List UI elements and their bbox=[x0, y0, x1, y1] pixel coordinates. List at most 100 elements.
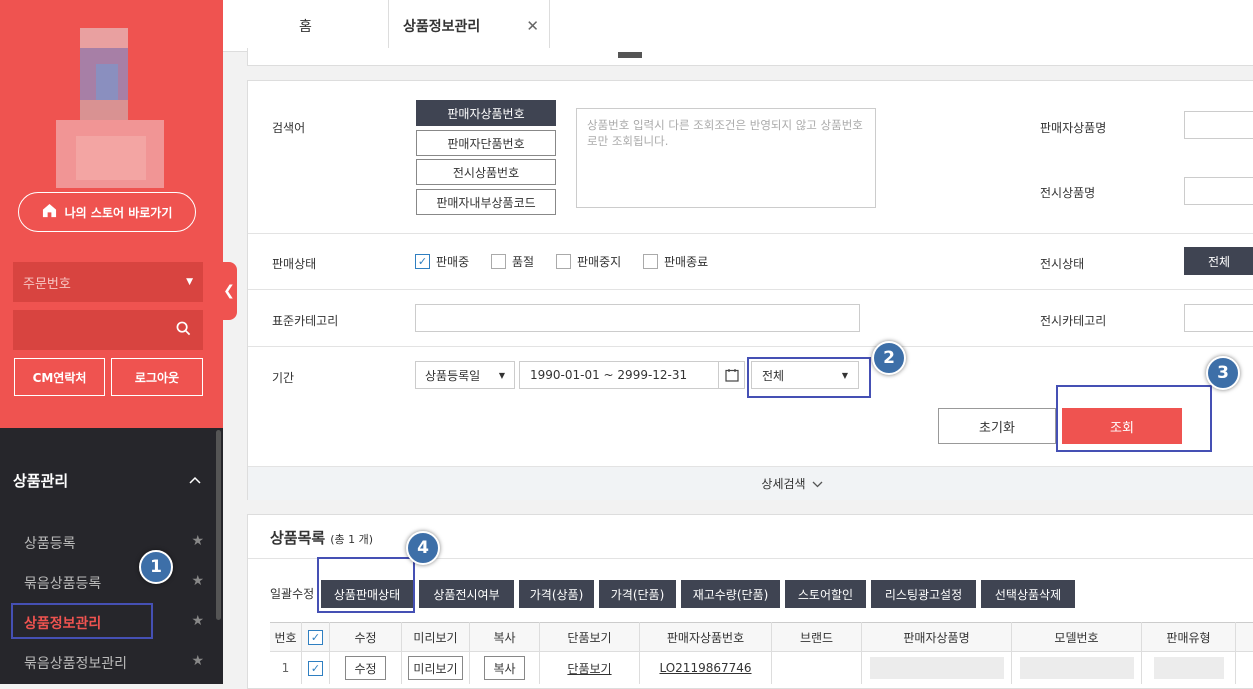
order-select-label: 주문번호 bbox=[23, 276, 71, 292]
panel-handle bbox=[618, 52, 642, 58]
annotation-badge-3: 3 bbox=[1206, 356, 1240, 390]
home-icon bbox=[42, 203, 57, 221]
col-header-select-all[interactable]: ✓ bbox=[302, 622, 330, 652]
highlight-box-1 bbox=[11, 603, 153, 639]
tab-product-info[interactable]: 상품정보관리 ✕ bbox=[388, 0, 550, 52]
menu-item-bundle-register[interactable]: 묶음상품등록 ★ bbox=[24, 573, 204, 593]
seller-product-name-input[interactable] bbox=[1184, 111, 1253, 139]
annotation-badge-4: 4 bbox=[406, 531, 440, 565]
checkbox-label: 판매중지 bbox=[577, 255, 622, 269]
period-label: 기간 bbox=[272, 371, 295, 385]
checkbox-label: 품절 bbox=[512, 255, 535, 269]
product-count: (총 1 개) bbox=[330, 533, 374, 546]
row-edit-button[interactable]: 수정 bbox=[345, 656, 386, 680]
detail-search-label: 상세검색 bbox=[761, 477, 806, 491]
bulk-price-product-button[interactable]: 가격(상품) bbox=[519, 580, 594, 608]
col-header-preview: 미리보기 bbox=[402, 622, 470, 652]
keyword-textarea[interactable]: 상품번호 입력시 다른 조회조건은 반영되지 않고 상품번호로만 조회됩니다. bbox=[576, 108, 876, 208]
col-header-edit: 수정 bbox=[330, 622, 402, 652]
row-item-view-link[interactable]: 단품보기 bbox=[540, 652, 640, 684]
highlight-box-4 bbox=[317, 557, 415, 613]
sale-status-checkbox-on-sale[interactable]: ✓ 판매중 bbox=[415, 253, 469, 270]
display-category-label: 전시카테고리 bbox=[1040, 314, 1107, 328]
bulk-stock-button[interactable]: 재고수량(단품) bbox=[681, 580, 780, 608]
caret-down-icon: ▼ bbox=[498, 370, 505, 380]
menu-item-label: 묶음상품정보관리 bbox=[24, 656, 128, 672]
col-header-brand: 브랜드 bbox=[772, 622, 862, 652]
sale-status-label: 판매상태 bbox=[272, 257, 317, 271]
star-icon[interactable]: ★ bbox=[191, 653, 204, 673]
col-header-number: 번호 bbox=[270, 622, 302, 652]
std-category-input[interactable] bbox=[415, 304, 860, 332]
detail-search-toggle[interactable]: 상세검색 bbox=[248, 466, 1253, 500]
date-range-value: 1990-01-01 ~ 2999-12-31 bbox=[530, 368, 688, 382]
calendar-icon[interactable] bbox=[718, 362, 744, 388]
date-range-input[interactable]: 1990-01-01 ~ 2999-12-31 bbox=[519, 361, 745, 389]
menu-title-label: 상품관리 bbox=[13, 472, 69, 490]
keyword-type-seller-product-no[interactable]: 판매자상품번호 bbox=[416, 100, 556, 126]
period-type-select[interactable]: 상품등록일 ▼ bbox=[415, 361, 515, 389]
my-store-link[interactable]: 나의 스토어 바로가기 bbox=[18, 192, 196, 232]
checkbox[interactable] bbox=[643, 254, 658, 269]
order-number-select[interactable]: 주문번호 ▼ bbox=[13, 262, 203, 302]
sale-status-checkbox-suspended[interactable]: 판매중지 bbox=[556, 253, 621, 270]
tab-label: 상품정보관리 bbox=[403, 19, 481, 35]
product-list-heading: 상품목록 (총 1 개) bbox=[270, 527, 373, 548]
chevron-up-icon bbox=[189, 470, 201, 491]
sale-status-checkbox-sold-out[interactable]: 품절 bbox=[491, 253, 534, 270]
col-header-seller-no: 판매자상품번호 bbox=[640, 622, 772, 652]
checkbox-checked[interactable]: ✓ bbox=[415, 254, 430, 269]
sidebar-scrollbar[interactable] bbox=[216, 430, 221, 620]
row-model-no bbox=[1012, 652, 1142, 684]
row-select[interactable]: ✓ bbox=[302, 652, 330, 684]
bulk-listing-ad-button[interactable]: 리스팅광고설정 bbox=[871, 580, 976, 608]
row-seller-no-link[interactable]: LO2119867746 bbox=[640, 652, 772, 684]
bulk-delete-button[interactable]: 선택상품삭제 bbox=[981, 580, 1075, 608]
chevron-down-icon bbox=[812, 477, 823, 491]
menu-item-bundle-info[interactable]: 묶음상품정보관리 ★ bbox=[24, 653, 204, 673]
row-copy-button[interactable]: 복사 bbox=[484, 656, 525, 680]
sidebar-collapse-button[interactable]: ❮ bbox=[221, 262, 237, 320]
row-sale-type bbox=[1142, 652, 1236, 684]
checkbox-checked[interactable]: ✓ bbox=[308, 629, 323, 645]
reset-button[interactable]: 초기화 bbox=[938, 408, 1056, 444]
search-icon[interactable] bbox=[176, 321, 191, 339]
col-header-item-view: 단품보기 bbox=[540, 622, 640, 652]
seller-product-name-label: 판매자상품명 bbox=[1040, 121, 1107, 135]
blurred-text bbox=[869, 657, 1004, 679]
blurred-text bbox=[1153, 657, 1224, 679]
product-list-title: 상품목록 bbox=[270, 529, 326, 547]
keyword-type-seller-item-no[interactable]: 판매자단품번호 bbox=[416, 130, 556, 156]
display-product-name-label: 전시상품명 bbox=[1040, 186, 1096, 200]
display-category-input[interactable] bbox=[1184, 304, 1253, 332]
checkbox[interactable] bbox=[491, 254, 506, 269]
sidebar-menu-area bbox=[0, 428, 223, 684]
keyword-type-display-product-no[interactable]: 전시상품번호 bbox=[416, 159, 556, 185]
menu-item-label: 묶음상품등록 bbox=[24, 576, 102, 592]
keyword-type-internal-code[interactable]: 판매자내부상품코드 bbox=[416, 189, 556, 215]
star-icon[interactable]: ★ bbox=[191, 533, 204, 553]
menu-section-title[interactable]: 상품관리 bbox=[13, 470, 213, 491]
checkbox-checked[interactable]: ✓ bbox=[308, 660, 323, 676]
bulk-display-button[interactable]: 상품전시여부 bbox=[419, 580, 514, 608]
bulk-edit-label: 일괄수정 bbox=[270, 587, 315, 601]
display-product-name-input[interactable] bbox=[1184, 177, 1253, 205]
close-icon[interactable]: ✕ bbox=[526, 17, 539, 35]
menu-item-product-register[interactable]: 상품등록 ★ bbox=[24, 533, 204, 553]
star-icon[interactable]: ★ bbox=[191, 613, 204, 633]
bulk-store-discount-button[interactable]: 스토어할인 bbox=[785, 580, 866, 608]
divider bbox=[248, 289, 1253, 290]
checkbox[interactable] bbox=[556, 254, 571, 269]
sidebar-search-input[interactable] bbox=[13, 310, 203, 350]
star-icon[interactable]: ★ bbox=[191, 573, 204, 593]
cm-contact-button[interactable]: CM연락처 bbox=[14, 358, 105, 396]
row-preview-button[interactable]: 미리보기 bbox=[408, 656, 463, 680]
bulk-price-item-button[interactable]: 가격(단품) bbox=[599, 580, 676, 608]
display-status-all-button[interactable]: 전체 bbox=[1184, 247, 1253, 275]
annotation-badge-2: 2 bbox=[872, 341, 906, 375]
logout-button[interactable]: 로그아웃 bbox=[111, 358, 203, 396]
std-category-label: 표준카테고리 bbox=[272, 314, 339, 328]
avatar bbox=[56, 28, 164, 188]
sale-status-checkbox-ended[interactable]: 판매종료 bbox=[643, 253, 708, 270]
tab-home[interactable]: 홈 bbox=[223, 0, 388, 52]
